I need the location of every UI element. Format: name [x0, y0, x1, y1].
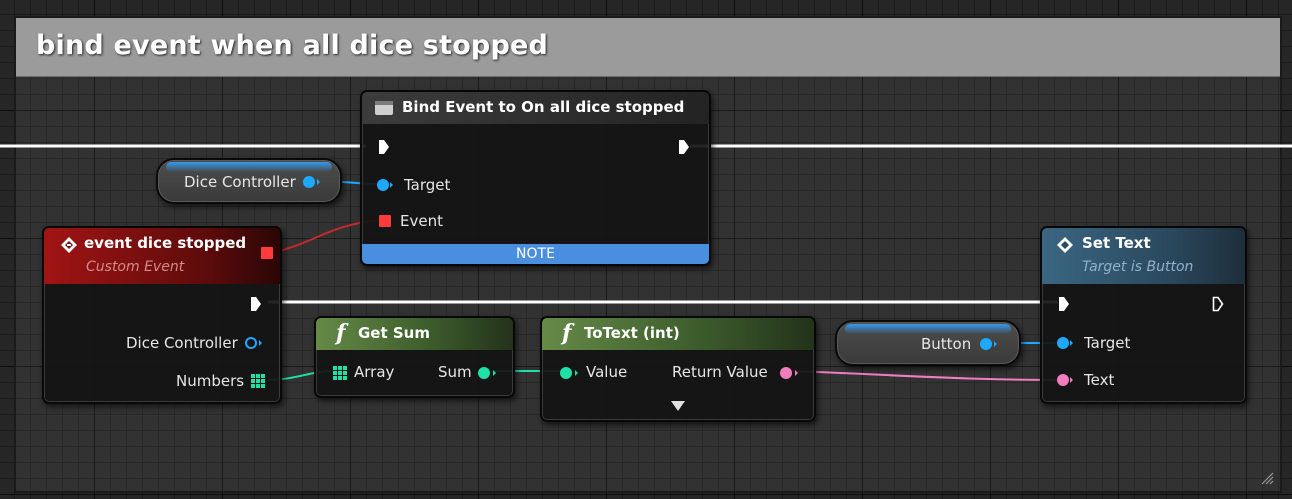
dice-controller-variable-label: Dice Controller: [184, 173, 296, 191]
bind-event-target-label: Target: [404, 176, 451, 194]
set-text-node[interactable]: Set Text Target is Button Target Text: [1040, 226, 1247, 404]
event-icon: [61, 237, 77, 253]
string-pin-icon[interactable]: [778, 366, 800, 380]
comment-header[interactable]: bind event when all dice stopped: [16, 18, 1280, 77]
to-text-title: ToText (int): [584, 324, 680, 342]
array-pin-icon[interactable]: [332, 365, 348, 381]
button-variable-label: Button: [921, 335, 972, 353]
get-sum-sum-label: Sum: [438, 363, 472, 381]
delegate-out-pin-icon[interactable]: [260, 246, 274, 260]
function-glyph: f: [336, 320, 346, 346]
function-icon: [1057, 237, 1073, 253]
button-variable-node[interactable]: Button: [835, 320, 1021, 366]
bind-event-event-label: Event: [400, 212, 443, 230]
exec-in-pin[interactable]: [378, 139, 390, 155]
to-text-value-label: Value: [586, 363, 628, 381]
bind-event-icon: [375, 101, 393, 115]
exec-in-pin[interactable]: [1058, 296, 1070, 312]
exec-out-pin[interactable]: [1212, 296, 1224, 312]
to-text-return-value-label: Return Value: [672, 363, 768, 381]
set-text-text-label: Text: [1084, 371, 1115, 389]
custom-event-title: event dice stopped: [84, 234, 247, 252]
function-glyph: f: [562, 320, 572, 346]
delegate-pin-icon[interactable]: [378, 214, 392, 228]
bind-event-title: Bind Event to On all dice stopped: [402, 98, 685, 116]
custom-event-dice-controller-label: Dice Controller: [126, 334, 238, 352]
set-text-subtitle: Target is Button: [1082, 259, 1194, 275]
graph-canvas[interactable]: bind event when all dice stopped Bind Ev…: [0, 0, 1292, 499]
set-text-title: Set Text: [1082, 234, 1151, 252]
to-text-node[interactable]: function-icon f ToText (int) Value Retur…: [540, 316, 816, 422]
get-sum-array-label: Array: [354, 363, 395, 381]
target-pin-icon[interactable]: [376, 178, 394, 192]
set-text-target-label: Target: [1084, 334, 1131, 352]
object-pin-icon[interactable]: [979, 337, 999, 351]
custom-event-subtitle: Custom Event: [86, 259, 185, 275]
int-pin-icon[interactable]: [476, 366, 498, 380]
get-sum-node[interactable]: function-icon f Get Sum Array Sum: [314, 316, 515, 398]
variable-glow: [845, 324, 1011, 334]
resize-grip-icon[interactable]: [1258, 469, 1274, 485]
int-pin-icon[interactable]: [558, 366, 580, 380]
exec-out-pin[interactable]: [250, 296, 262, 312]
node-note-bar[interactable]: NOTE: [362, 244, 709, 264]
array-pin-icon[interactable]: [250, 373, 266, 389]
custom-event-numbers-label: Numbers: [176, 372, 245, 390]
variable-glow: [166, 162, 332, 172]
custom-event-node[interactable]: event dice stopped Custom Event Dice Con…: [42, 226, 282, 404]
object-pin-icon[interactable]: [302, 175, 322, 189]
dice-controller-variable-node[interactable]: Dice Controller: [156, 158, 342, 204]
comment-title[interactable]: bind event when all dice stopped: [36, 30, 548, 61]
string-pin-icon[interactable]: [1056, 373, 1074, 387]
exec-out-pin[interactable]: [678, 139, 690, 155]
target-pin-icon[interactable]: [1056, 336, 1074, 350]
chevron-down-icon[interactable]: [670, 400, 686, 412]
object-pin-icon[interactable]: [244, 336, 264, 350]
bind-event-node[interactable]: Bind Event to On all dice stopped Target…: [360, 90, 711, 266]
get-sum-title: Get Sum: [358, 324, 430, 342]
